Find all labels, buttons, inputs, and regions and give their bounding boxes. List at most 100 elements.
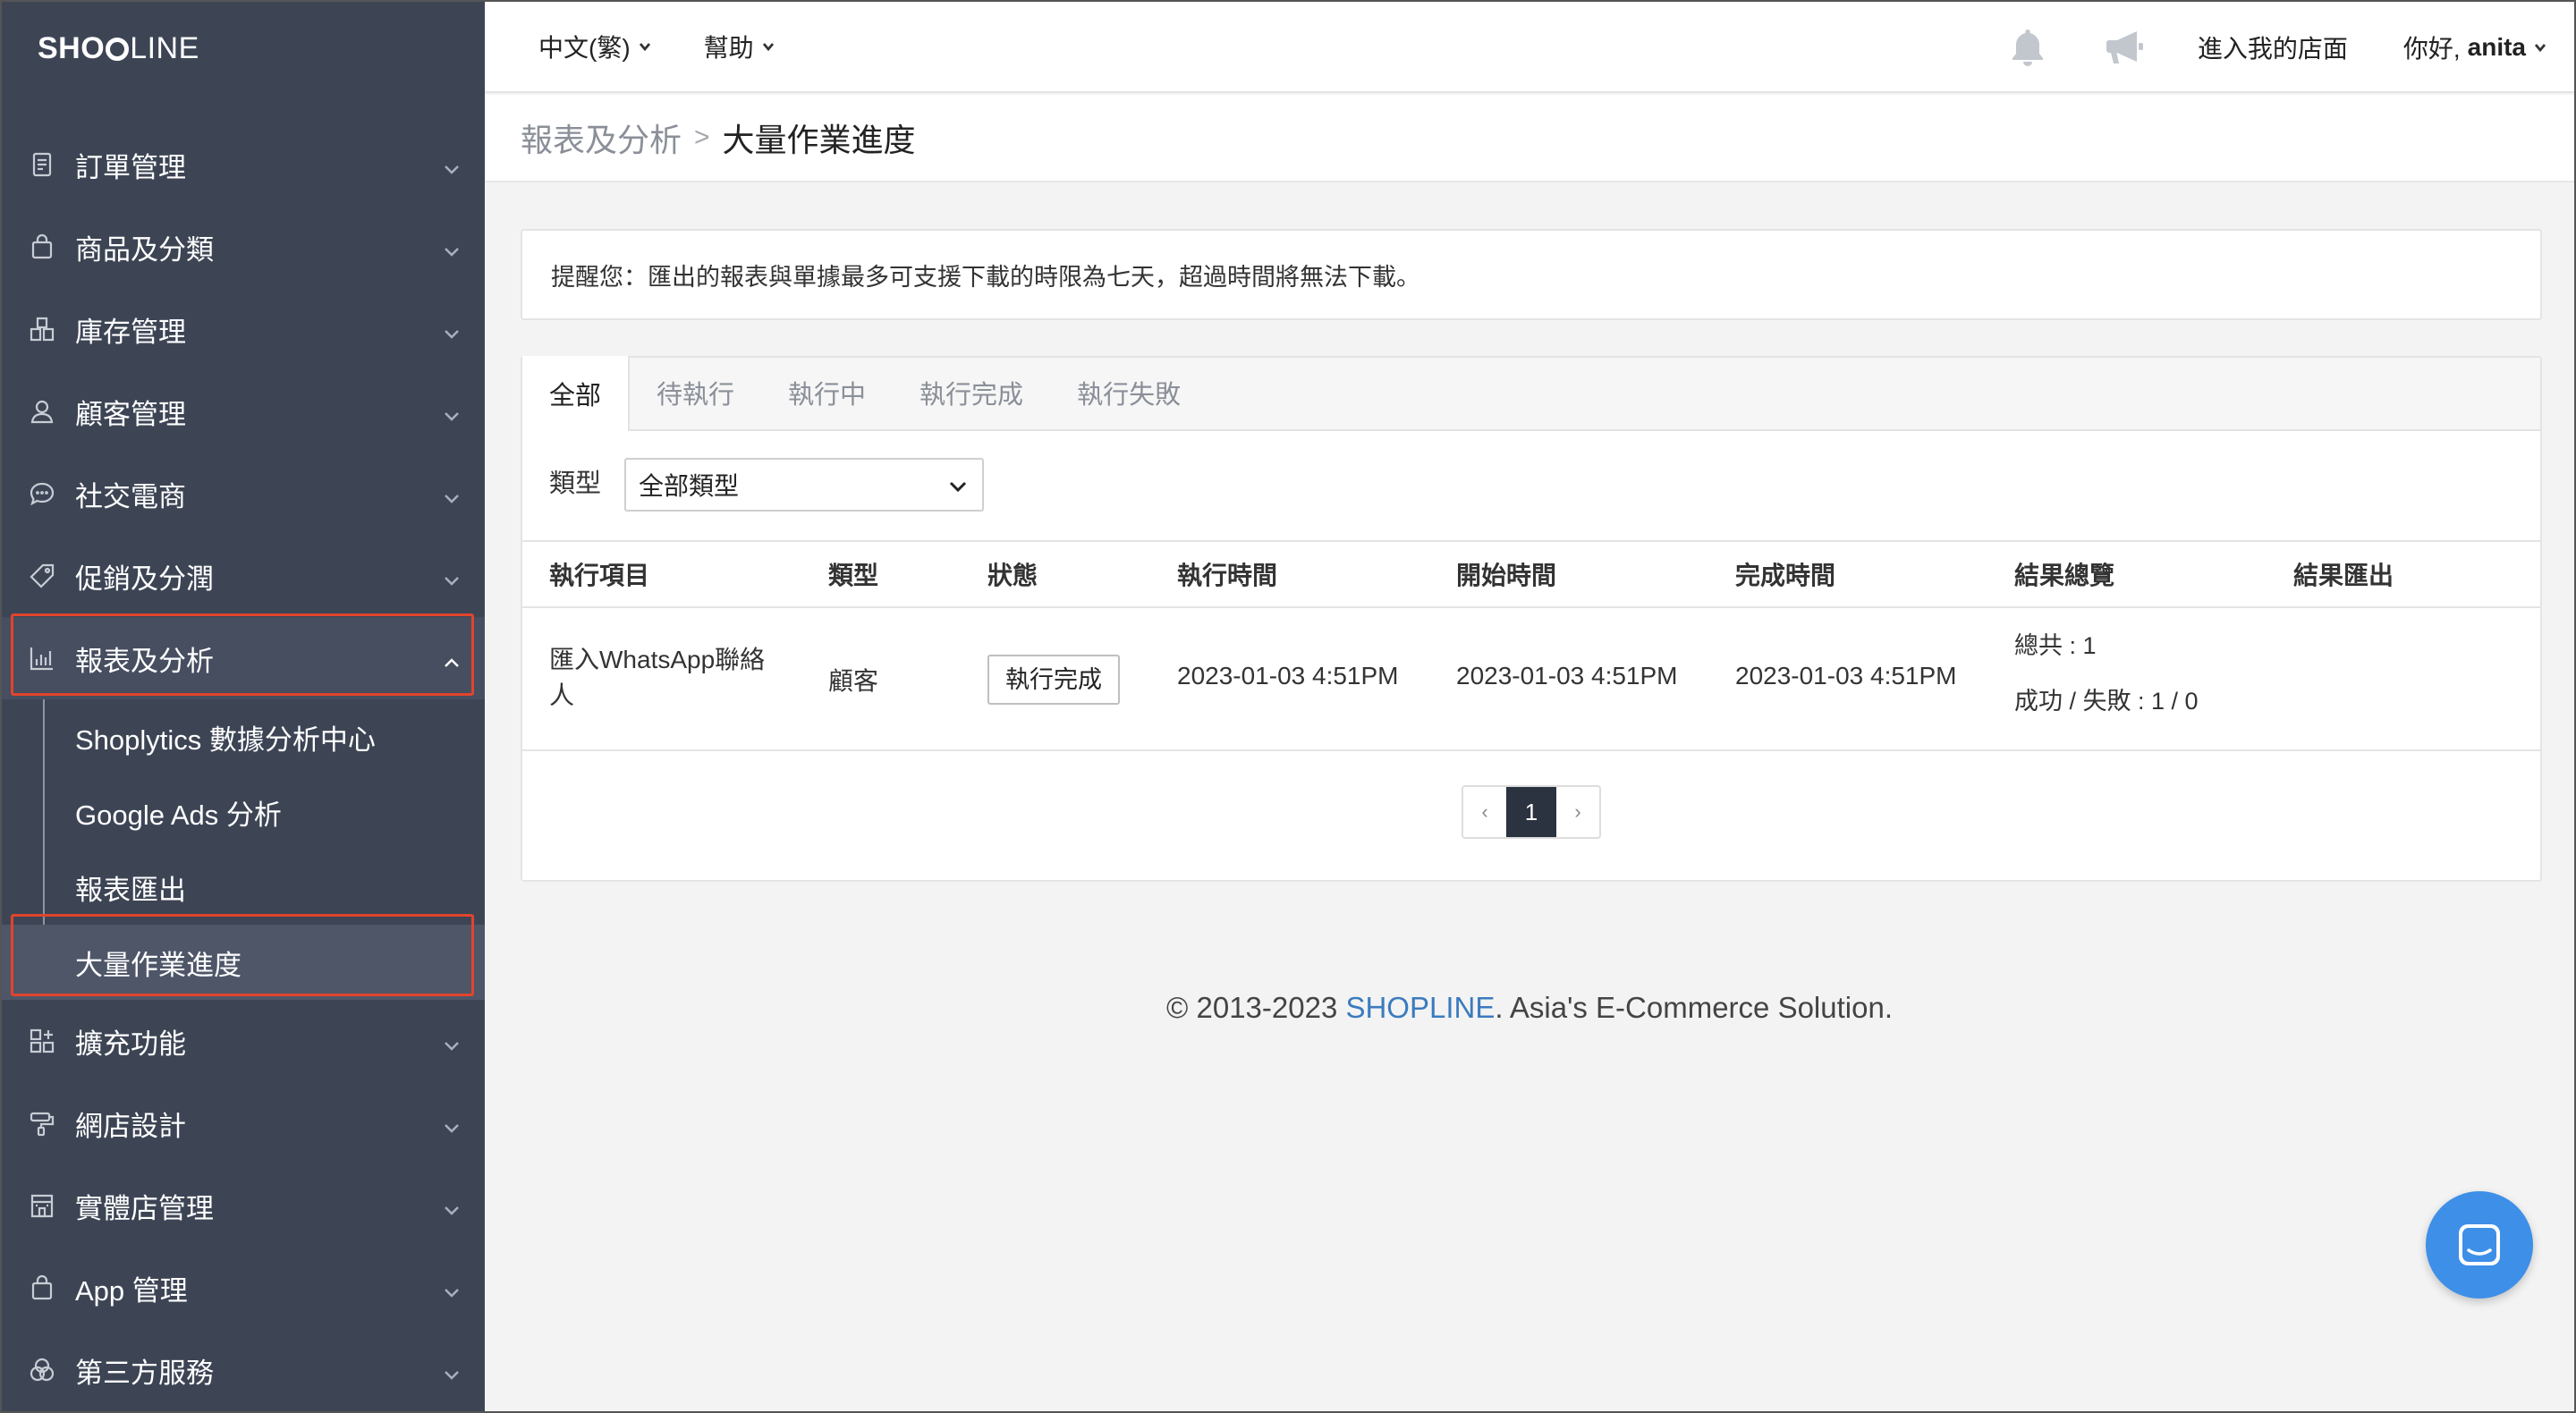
chevron-down-icon <box>639 43 650 52</box>
chat-bubble-icon <box>27 478 57 509</box>
shopping-bag-icon <box>27 232 57 262</box>
logo-text-left: SHO <box>38 30 106 65</box>
chevron-down-icon <box>442 483 462 503</box>
jobs-table: 執行項目 類型 狀態 執行時間 開始時間 完成時間 結果總覽 結果匯出 匯入Wh… <box>522 540 2540 751</box>
table-row: 匯入WhatsApp聯絡人 顧客 執行完成 2023-01-03 4:51PM … <box>522 608 2540 751</box>
visit-store-link[interactable]: 進入我的店面 <box>2198 30 2348 65</box>
tab-label: 執行失敗 <box>1077 381 1182 410</box>
page-button-current[interactable]: 1 <box>1506 787 1556 837</box>
column-header-status: 狀態 <box>987 562 1038 589</box>
footer: © 2013-2023 SHOPLINE. Asia's E-Commerce … <box>485 991 2574 1025</box>
sidebar-subitem-report-export[interactable]: 報表匯出 <box>2 850 485 925</box>
paint-roller-icon <box>27 1108 57 1138</box>
footer-brand-link[interactable]: SHOPLINE <box>1345 991 1495 1024</box>
tag-icon <box>27 561 57 591</box>
footer-copyright: © 2013-2023 <box>1166 991 1346 1024</box>
chevron-right-icon: > <box>694 123 710 152</box>
sidebar-subitem-label: 報表匯出 <box>75 874 186 906</box>
tab-running[interactable]: 執行中 <box>761 356 893 429</box>
job-exec-time: 2023-01-03 4:51PM <box>1177 662 1399 690</box>
sidebar-item-orders[interactable]: 訂單管理 <box>2 123 485 206</box>
sidebar-item-third-party[interactable]: 第三方服務 <box>2 1329 485 1411</box>
chevron-down-icon <box>949 481 967 493</box>
page-title: 大量作業進度 <box>722 122 916 158</box>
sidebar-item-label: 訂單管理 <box>75 151 186 183</box>
chat-launcher-button[interactable] <box>2426 1191 2533 1299</box>
status-tabs: 全部 待執行 執行中 執行完成 執行失敗 <box>522 356 2540 431</box>
chat-icon <box>2459 1224 2500 1265</box>
column-header-item: 執行項目 <box>549 562 650 589</box>
prev-page-button[interactable]: ‹ <box>1463 787 1506 837</box>
chevron-down-icon <box>2534 44 2546 53</box>
shopping-bag-icon <box>27 1273 57 1303</box>
chevron-down-icon <box>442 565 462 586</box>
sidebar-item-label: App 管理 <box>75 1274 188 1307</box>
column-header-summary: 結果總覽 <box>2014 562 2115 589</box>
sidebar-item-customers[interactable]: 顧客管理 <box>2 370 485 453</box>
sidebar-item-label: 促銷及分潤 <box>75 563 214 595</box>
sidebar-item-label: 報表及分析 <box>75 645 214 677</box>
chevron-down-icon <box>442 1277 462 1298</box>
pagination: ‹ 1 › <box>1462 785 1601 839</box>
notice-banner: 提醒您：匯出的報表與單據最多可支援下載的時限為七天，超過時間將無法下載。 <box>521 229 2542 320</box>
notice-text: 提醒您：匯出的報表與單據最多可支援下載的時限為七天，超過時間將無法下載。 <box>551 263 1420 291</box>
top-bar: 中文(繁) 幫助 進入我的店面 你好, anita <box>485 2 2574 93</box>
sidebar-item-label: 顧客管理 <box>75 398 186 430</box>
sidebar-subitem-label: 大量作業進度 <box>75 949 242 981</box>
language-dropdown[interactable]: 中文(繁) <box>538 29 652 64</box>
boxes-icon <box>27 314 57 344</box>
chevron-down-icon <box>442 401 462 421</box>
user-menu[interactable]: 你好, anita <box>2403 30 2547 65</box>
sidebar-item-social-commerce[interactable]: 社交電商 <box>2 453 485 535</box>
sidebar-subitem-shoplytics[interactable]: Shoplytics 數據分析中心 <box>2 699 485 774</box>
tab-label: 全部 <box>549 382 602 410</box>
help-dropdown[interactable]: 幫助 <box>704 29 775 64</box>
chevron-down-icon <box>442 154 462 174</box>
sidebar-item-retail-store[interactable]: 實體店管理 <box>2 1164 485 1247</box>
job-start-time: 2023-01-03 4:51PM <box>1456 662 1678 690</box>
bar-chart-icon <box>27 643 57 673</box>
breadcrumb-parent-link[interactable]: 報表及分析 <box>521 114 682 161</box>
tab-pending[interactable]: 待執行 <box>630 356 761 429</box>
breadcrumb: 報表及分析 > 大量作業進度 <box>485 95 2574 182</box>
grid-plus-icon <box>27 1026 57 1056</box>
shopline-logo[interactable]: SHO LINE <box>38 29 199 68</box>
username-text: anita <box>2467 33 2526 61</box>
sidebar-item-label: 第三方服務 <box>75 1357 214 1389</box>
status-badge[interactable]: 執行完成 <box>987 655 1120 705</box>
sidebar-subitem-google-ads[interactable]: Google Ads 分析 <box>2 774 485 850</box>
tab-label: 執行中 <box>788 381 867 410</box>
next-page-button[interactable]: › <box>1556 787 1599 837</box>
summary-total: 總共 : 1 <box>2014 632 2097 659</box>
sidebar-item-app-management[interactable]: App 管理 <box>2 1247 485 1329</box>
sidebar: SHO LINE 訂單管理 商品及分類 庫存管理 顧客管理 社交電商 促銷及分潤… <box>2 2 485 1411</box>
sidebar-item-products[interactable]: 商品及分類 <box>2 206 485 288</box>
sidebar-item-promotions[interactable]: 促銷及分潤 <box>2 535 485 617</box>
help-label: 幫助 <box>703 34 754 62</box>
sidebar-item-inventory[interactable]: 庫存管理 <box>2 288 485 370</box>
person-icon <box>27 396 57 427</box>
chevron-up-icon <box>442 647 462 667</box>
chevron-down-icon <box>442 1030 462 1051</box>
reports-subnav: Shoplytics 數據分析中心 Google Ads 分析 報表匯出 大量作… <box>2 699 485 1000</box>
bell-icon[interactable] <box>2004 24 2051 71</box>
column-header-end-time: 完成時間 <box>1735 562 1836 589</box>
sidebar-item-label: 網店設計 <box>75 1110 186 1142</box>
megaphone-icon[interactable] <box>2101 24 2148 71</box>
column-header-type: 類型 <box>828 562 879 589</box>
sidebar-item-label: 社交電商 <box>75 480 186 512</box>
sidebar-item-label: 商品及分類 <box>75 233 214 266</box>
sidebar-subitem-bulk-progress[interactable]: 大量作業進度 <box>2 925 485 1000</box>
sidebar-item-extensions[interactable]: 擴充功能 <box>2 1000 485 1082</box>
sidebar-item-reports[interactable]: 報表及分析 <box>2 617 485 699</box>
type-select[interactable]: 全部類型 <box>624 458 985 512</box>
sidebar-subitem-label: Shoplytics 數據分析中心 <box>75 723 376 756</box>
tab-all[interactable]: 全部 <box>522 356 631 431</box>
tab-completed[interactable]: 執行完成 <box>893 356 1050 429</box>
sidebar-item-label: 庫存管理 <box>75 316 186 348</box>
sidebar-subitem-label: Google Ads 分析 <box>75 799 282 831</box>
sidebar-item-store-design[interactable]: 網店設計 <box>2 1082 485 1164</box>
table-header: 執行項目 類型 狀態 執行時間 開始時間 完成時間 結果總覽 結果匯出 <box>522 540 2540 608</box>
tab-failed[interactable]: 執行失敗 <box>1050 356 1208 429</box>
column-header-export: 結果匯出 <box>2293 562 2394 589</box>
